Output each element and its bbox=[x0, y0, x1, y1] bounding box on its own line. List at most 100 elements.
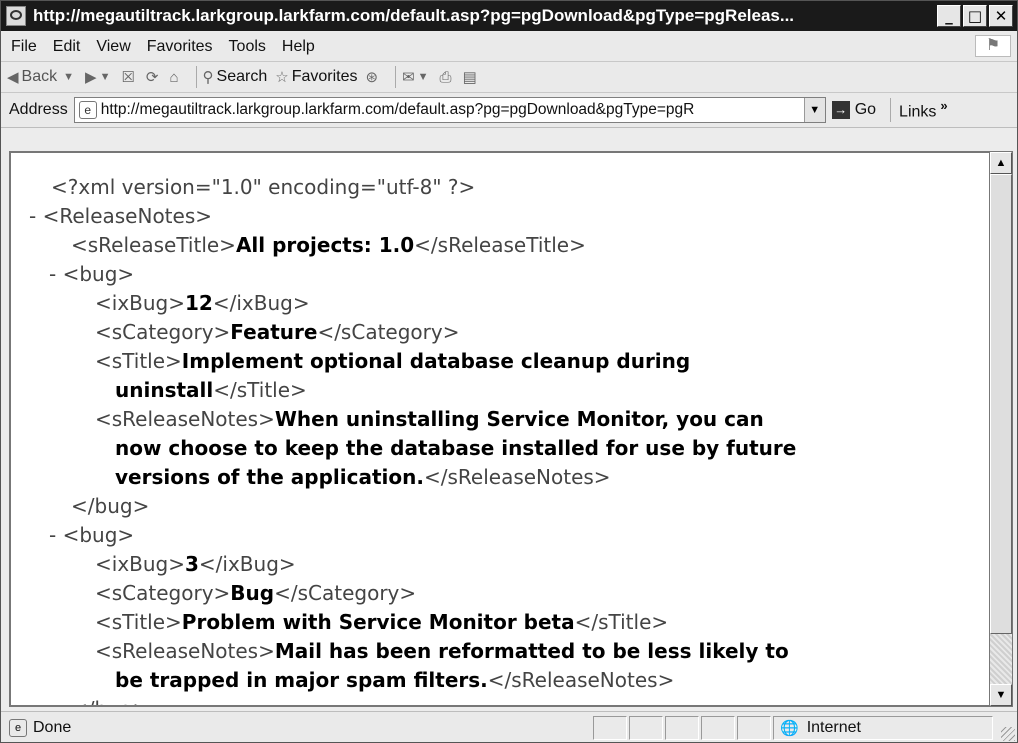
refresh-icon: ⟳ bbox=[145, 69, 159, 86]
refresh-button[interactable]: ⟳ bbox=[146, 68, 162, 86]
scrollbar-thumb[interactable] bbox=[990, 174, 1012, 634]
status-bar: e Done 🌐 Internet bbox=[1, 711, 1017, 742]
favorites-button[interactable]: ☆ Favorites bbox=[275, 68, 357, 86]
resize-grip-icon[interactable] bbox=[1001, 727, 1015, 741]
stop-icon: ☒ bbox=[121, 69, 135, 86]
standard-toolbar: ◀ Back ▼ ▶ ▼ ☒ ⟳ ⌂ ⚲ Search ☆ Favorites … bbox=[1, 62, 1017, 93]
go-label: Go bbox=[854, 101, 877, 118]
scroll-down-arrow-icon[interactable]: ▼ bbox=[990, 684, 1012, 706]
xml-ixbug: <ixBug>12</ixBug> bbox=[95, 291, 310, 315]
xml-release-notes-cont: be trapped in major spam filters.</sRele… bbox=[115, 668, 675, 692]
xml-release-notes-cont: versions of the application.</sReleaseNo… bbox=[115, 465, 611, 489]
address-label: Address bbox=[9, 101, 68, 118]
window-controls: _ □ ✕ bbox=[937, 5, 1013, 27]
menu-file[interactable]: File bbox=[1, 38, 45, 56]
xml-title: <sTitle>Implement optional database clea… bbox=[95, 349, 691, 373]
menu-tools[interactable]: Tools bbox=[221, 38, 274, 56]
browser-window: http://megautiltrack.larkgroup.larkfarm.… bbox=[0, 0, 1018, 743]
maximize-button[interactable]: □ bbox=[963, 5, 987, 27]
title-bar: http://megautiltrack.larkgroup.larkfarm.… bbox=[1, 1, 1017, 31]
menu-help[interactable]: Help bbox=[274, 38, 323, 56]
collapse-toggle[interactable]: - bbox=[49, 523, 56, 547]
collapse-toggle[interactable]: - bbox=[29, 204, 36, 228]
scroll-up-arrow-icon[interactable]: ▲ bbox=[990, 152, 1012, 174]
favorites-label: Favorites bbox=[291, 68, 358, 85]
xml-category: <sCategory>Bug</sCategory> bbox=[95, 581, 417, 605]
xml-bug-close: </bug> bbox=[11, 695, 981, 705]
edit-button[interactable]: ▤ bbox=[463, 68, 480, 86]
forward-dropdown-icon[interactable]: ▼ bbox=[100, 71, 111, 83]
page-content: <?xml version="1.0" encoding="utf-8" ?> … bbox=[9, 151, 989, 707]
xml-title-cont: uninstall</sTitle> bbox=[115, 378, 307, 402]
address-bar: Address e http://megautiltrack.larkgroup… bbox=[1, 93, 1017, 128]
status-pane bbox=[593, 715, 627, 740]
back-dropdown-icon[interactable]: ▼ bbox=[63, 71, 74, 83]
page-icon: e bbox=[78, 101, 97, 119]
status-panes bbox=[593, 715, 773, 740]
status-pane bbox=[665, 715, 699, 740]
globe-icon: 🌐 bbox=[780, 719, 799, 737]
ie-page-icon[interactable] bbox=[6, 6, 26, 26]
search-button[interactable]: ⚲ Search bbox=[203, 68, 268, 86]
links-button[interactable]: Links» bbox=[890, 98, 948, 122]
edit-page-icon: ▤ bbox=[462, 69, 477, 86]
xml-bug-open: - <bug> bbox=[49, 523, 135, 547]
home-icon: ⌂ bbox=[169, 68, 179, 86]
menu-view[interactable]: View bbox=[88, 38, 138, 56]
windows-logo-icon: ⚑ bbox=[975, 35, 1011, 57]
xml-bug-open: - <bug> bbox=[49, 262, 135, 286]
close-button[interactable]: ✕ bbox=[989, 5, 1013, 27]
history-button[interactable]: ⊛ bbox=[366, 68, 382, 86]
xml-release-notes: <sReleaseNotes>When uninstalling Service… bbox=[95, 407, 764, 431]
go-arrow-icon: → bbox=[831, 101, 850, 119]
mail-button[interactable]: ✉ ▼ bbox=[402, 68, 431, 86]
xml-bug-close: </bug> bbox=[71, 494, 150, 518]
star-icon: ☆ bbox=[275, 69, 289, 86]
mail-dropdown-icon[interactable]: ▼ bbox=[418, 71, 429, 83]
xml-category: <sCategory>Feature</sCategory> bbox=[95, 320, 460, 344]
xml-release-title: <sReleaseTitle>All projects: 1.0</sRelea… bbox=[71, 233, 586, 257]
print-icon: ⎙ bbox=[439, 68, 452, 86]
scrollbar-track[interactable] bbox=[990, 634, 1012, 686]
collapse-toggle[interactable]: - bbox=[49, 262, 56, 286]
menu-bar: File Edit View Favorites Tools Help ⚑ bbox=[1, 32, 1017, 62]
forward-arrow-icon: ▶ bbox=[85, 69, 97, 86]
links-label: Links bbox=[899, 103, 937, 121]
menu-edit[interactable]: Edit bbox=[45, 38, 89, 56]
zone-label: Internet bbox=[806, 718, 861, 736]
window-title: http://megautiltrack.larkgroup.larkfarm.… bbox=[33, 6, 795, 25]
vertical-scrollbar[interactable]: ▲ ▼ bbox=[989, 151, 1013, 707]
status-pane bbox=[701, 715, 735, 740]
xml-ixbug: <ixBug>3</ixBug> bbox=[95, 552, 296, 576]
security-zone[interactable]: 🌐 Internet bbox=[773, 715, 993, 740]
search-label: Search bbox=[216, 68, 268, 85]
xml-root-open: - <ReleaseNotes> bbox=[29, 204, 213, 228]
history-icon: ⊛ bbox=[365, 69, 379, 86]
back-button[interactable]: ◀ Back ▼ bbox=[7, 68, 77, 86]
chevron-right-icon: » bbox=[940, 98, 948, 114]
toolbar-separator bbox=[395, 66, 397, 88]
status-pane bbox=[629, 715, 663, 740]
mail-icon: ✉ bbox=[402, 69, 415, 86]
menu-favorites[interactable]: Favorites bbox=[139, 38, 221, 56]
xml-tree: <?xml version="1.0" encoding="utf-8" ?> … bbox=[11, 173, 981, 705]
stop-button[interactable]: ☒ bbox=[121, 68, 137, 86]
minimize-button[interactable]: _ bbox=[937, 5, 961, 27]
home-button[interactable]: ⌂ bbox=[169, 69, 181, 86]
address-field[interactable]: e http://megautiltrack.larkgroup.larkfar… bbox=[73, 97, 826, 123]
xml-release-notes: <sReleaseNotes>Mail has been reformatted… bbox=[95, 639, 789, 663]
back-label: Back bbox=[21, 68, 58, 85]
xml-title: <sTitle>Problem with Service Monitor bet… bbox=[95, 610, 669, 634]
xml-declaration: <?xml version="1.0" encoding="utf-8" ?> bbox=[51, 175, 476, 199]
forward-button[interactable]: ▶ ▼ bbox=[85, 68, 113, 86]
address-url[interactable]: http://megautiltrack.larkgroup.larkfarm.… bbox=[101, 101, 813, 119]
status-pane bbox=[737, 715, 771, 740]
go-button[interactable]: → Go bbox=[831, 101, 877, 119]
search-icon: ⚲ bbox=[202, 69, 214, 86]
page-done-icon: e bbox=[9, 718, 27, 737]
status-text: Done bbox=[33, 718, 72, 736]
address-dropdown-icon[interactable]: ▼ bbox=[803, 98, 825, 122]
xml-release-notes-cont: now choose to keep the database installe… bbox=[115, 436, 797, 460]
toolbar-separator bbox=[195, 66, 197, 88]
print-button[interactable]: ⎙ bbox=[440, 69, 455, 86]
